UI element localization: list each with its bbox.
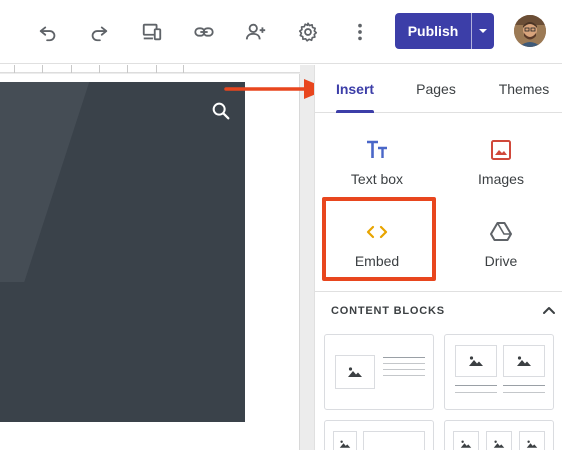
text-box-icon <box>365 137 389 163</box>
insert-embed-button[interactable]: Embed <box>315 199 439 279</box>
ruler <box>0 65 300 73</box>
settings-gear-icon[interactable] <box>295 19 321 45</box>
images-label: Images <box>478 171 524 187</box>
publish-button[interactable]: Publish <box>395 13 471 49</box>
image-placeholder-icon <box>486 431 512 450</box>
avatar[interactable] <box>514 15 546 47</box>
undo-icon[interactable] <box>35 19 61 45</box>
site-page <box>0 74 300 450</box>
link-icon[interactable] <box>191 19 217 45</box>
chevron-up-icon[interactable] <box>541 302 557 318</box>
content-block-two-images[interactable] <box>444 334 554 410</box>
search-icon[interactable] <box>210 100 232 122</box>
embed-label: Embed <box>354 253 400 269</box>
active-tab-indicator <box>336 110 374 113</box>
insert-drive-button[interactable]: Drive <box>439 199 562 279</box>
insert-text-box-button[interactable]: Text box <box>315 117 439 197</box>
embed-code-icon <box>365 219 389 245</box>
tab-insert[interactable]: Insert <box>315 65 395 113</box>
section-divider <box>315 291 562 292</box>
insert-images-button[interactable]: Images <box>439 117 562 197</box>
content-block-three-images[interactable] <box>444 420 554 450</box>
image-icon <box>490 137 512 163</box>
banner-diagonal-shape <box>0 82 96 282</box>
user-photo <box>514 15 546 47</box>
caret-down-icon <box>479 29 487 33</box>
content-block-image-text-2[interactable] <box>324 420 434 450</box>
add-person-icon[interactable] <box>243 19 269 45</box>
redo-icon[interactable] <box>86 19 112 45</box>
tab-pages[interactable]: Pages <box>395 65 477 113</box>
insert-side-panel: Insert Pages Themes Text box Images Embe… <box>314 65 562 450</box>
image-placeholder-icon <box>503 345 545 377</box>
drive-icon <box>489 219 513 245</box>
image-placeholder-icon <box>455 345 497 377</box>
image-placeholder-icon <box>335 355 375 389</box>
tab-themes[interactable]: Themes <box>485 65 562 113</box>
sites-editor: Publish Insert Pages Themes Text box Ima… <box>0 0 562 450</box>
content-blocks-heading: CONTENT BLOCKS <box>331 305 445 317</box>
publish-button-group: Publish <box>395 13 494 49</box>
more-vertical-icon[interactable] <box>347 19 373 45</box>
text-placeholder <box>363 431 425 450</box>
top-toolbar: Publish <box>0 0 562 64</box>
image-placeholder-icon <box>453 431 479 450</box>
editor-canvas <box>0 65 314 450</box>
panel-tabs: Insert Pages Themes <box>315 65 562 113</box>
publish-dropdown-button[interactable] <box>472 13 494 49</box>
drive-label: Drive <box>484 253 518 269</box>
content-block-image-text[interactable] <box>324 334 434 410</box>
page-header-banner[interactable] <box>0 82 245 422</box>
preview-devices-icon[interactable] <box>139 19 165 45</box>
text-box-label: Text box <box>350 171 404 187</box>
image-placeholder-icon <box>519 431 545 450</box>
image-placeholder-icon <box>333 431 357 450</box>
